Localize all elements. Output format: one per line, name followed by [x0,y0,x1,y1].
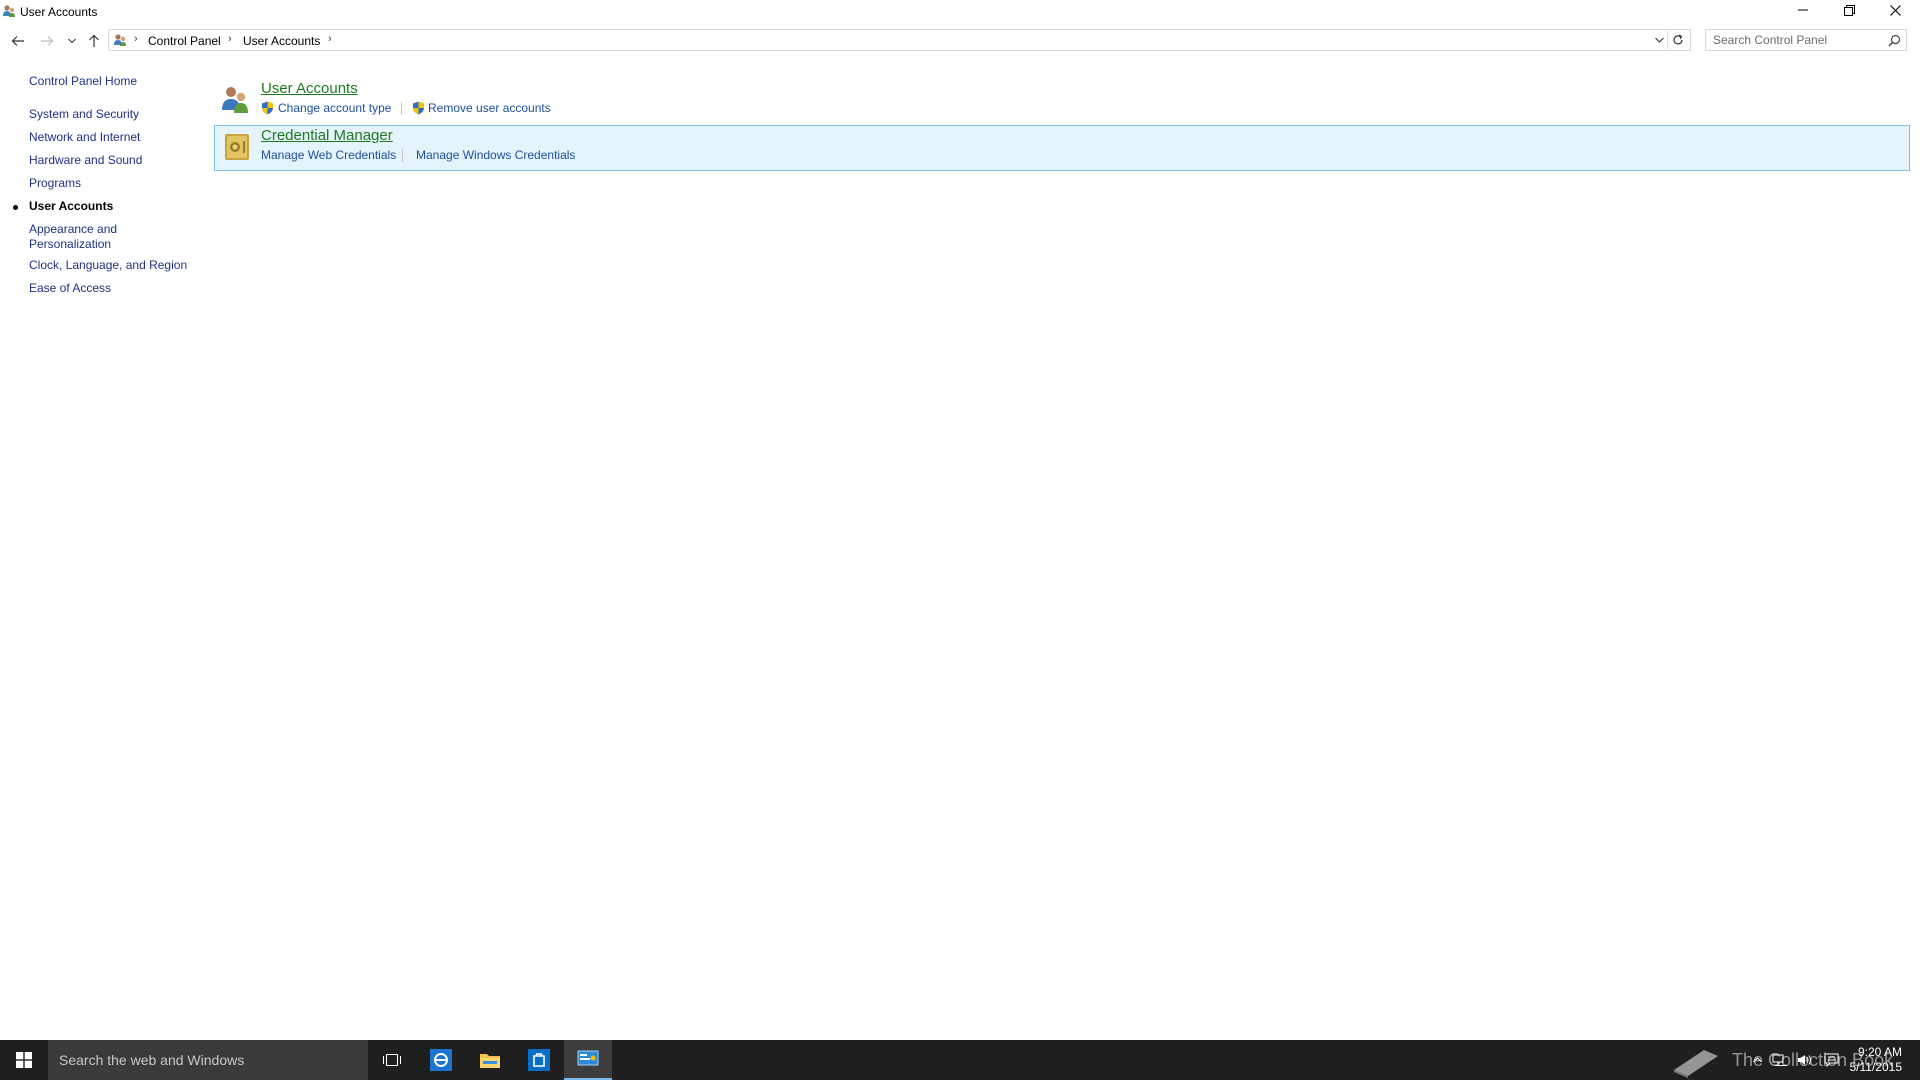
user-accounts-title-link[interactable]: User Accounts [261,80,358,98]
store-button[interactable] [515,1040,563,1080]
back-button[interactable] [8,31,28,51]
address-history-button[interactable] [1652,33,1666,47]
sidebar-item-user-accounts[interactable]: User Accounts [29,199,189,214]
store-icon [528,1049,550,1071]
credential-manager-title-link[interactable]: Credential Manager [261,127,393,145]
breadcrumb-separator-icon[interactable]: › [228,33,232,45]
up-arrow-icon [89,34,99,47]
window-title: User Accounts [20,5,98,19]
credential-vault-icon[interactable] [221,131,253,163]
windows-logo-icon [16,1052,32,1068]
user-accounts-icon [114,34,126,46]
clock-time: 9:20 AM [1857,1045,1902,1059]
manage-web-credentials-link[interactable]: Manage Web Credentials [261,148,396,162]
start-button[interactable] [0,1040,48,1080]
watermark: The Collection Book [1670,1044,1893,1078]
users-icon[interactable] [219,83,251,115]
up-button[interactable] [84,31,104,51]
remove-user-accounts-link[interactable]: Remove user accounts [428,101,551,115]
breadcrumb-user-accounts[interactable]: User Accounts [243,34,320,48]
task-view-button[interactable] [368,1040,416,1080]
control-panel-button[interactable] [564,1040,612,1080]
navigation-bar: › Control Panel › User Accounts › [0,28,1920,54]
control-panel-home-link[interactable]: Control Panel Home [29,74,189,89]
action-center-button[interactable] [1821,1040,1841,1080]
close-icon [1889,4,1901,16]
taskbar-search-box[interactable]: Search the web and Windows [48,1040,368,1080]
volume-button[interactable] [1795,1040,1815,1080]
user-accounts-icon [3,5,15,17]
minimize-icon [1798,9,1808,11]
chevron-down-icon [1654,37,1664,43]
search-icon[interactable] [1888,34,1901,47]
address-bar[interactable]: › Control Panel › User Accounts › [108,29,1691,51]
internet-explorer-icon [430,1049,452,1071]
control-panel-icon [577,1050,599,1066]
taskbar-clock[interactable]: 9:20 AM 5/11/2015 [1850,1045,1903,1075]
chevron-up-icon [1752,1057,1762,1063]
back-arrow-icon [11,36,24,46]
sidebar-item-ease-of-access[interactable]: Ease of Access [29,281,189,296]
refresh-button[interactable] [1667,31,1688,49]
network-button[interactable] [1770,1040,1790,1080]
breadcrumb-control-panel[interactable]: Control Panel [148,34,221,48]
forward-button[interactable] [37,31,57,51]
taskbar: Search the web and Windows The Collectio… [0,1040,1920,1080]
show-hidden-icons-button[interactable] [1749,1040,1765,1080]
action-center-icon [1824,1053,1838,1067]
sidebar-item-network-internet[interactable]: Network and Internet [29,130,189,145]
title-bar: User Accounts [0,0,1920,22]
recent-locations-button[interactable] [62,31,82,51]
uac-shield-icon [413,101,424,115]
task-view-icon [383,1054,401,1066]
minimize-button[interactable] [1780,0,1826,20]
search-box[interactable] [1705,29,1907,51]
restore-button[interactable] [1826,0,1872,20]
refresh-icon [1673,34,1683,45]
file-explorer-icon [480,1054,500,1068]
close-button[interactable] [1872,0,1918,20]
manage-windows-credentials-link[interactable]: Manage Windows Credentials [416,148,575,162]
book-logo-icon [1674,1050,1718,1078]
breadcrumb-separator-icon[interactable]: › [328,33,332,45]
taskbar-search-text[interactable]: Search the web and Windows [59,1052,244,1068]
breadcrumb-separator-icon[interactable]: › [134,33,138,45]
chevron-down-icon [68,38,76,44]
user-accounts-group: User Accounts Change account type Remove… [214,78,1910,124]
sidebar-item-programs[interactable]: Programs [29,176,189,191]
uac-shield-icon [262,101,273,115]
sidebar-item-hardware-sound[interactable]: Hardware and Sound [29,153,189,168]
internet-explorer-button[interactable] [417,1040,465,1080]
volume-icon [1798,1055,1811,1065]
change-account-type-link[interactable]: Change account type [278,101,391,115]
sidebar-item-clock-language-region[interactable]: Clock, Language, and Region [29,258,189,273]
link-divider [402,149,403,162]
file-explorer-button[interactable] [466,1040,514,1080]
restore-icon [1843,4,1855,16]
sidebar-item-system-security[interactable]: System and Security [29,107,189,122]
credential-manager-group[interactable]: Credential Manager Manage Web Credential… [214,125,1910,171]
forward-arrow-icon [41,36,54,46]
clock-date: 5/11/2015 [1849,1060,1903,1074]
search-input[interactable] [1706,30,1883,50]
network-icon [1772,1054,1787,1066]
link-divider [401,102,402,115]
sidebar-item-appearance-personalization[interactable]: Appearance and Personalization [29,222,189,252]
current-page-bullet-icon [13,205,18,210]
